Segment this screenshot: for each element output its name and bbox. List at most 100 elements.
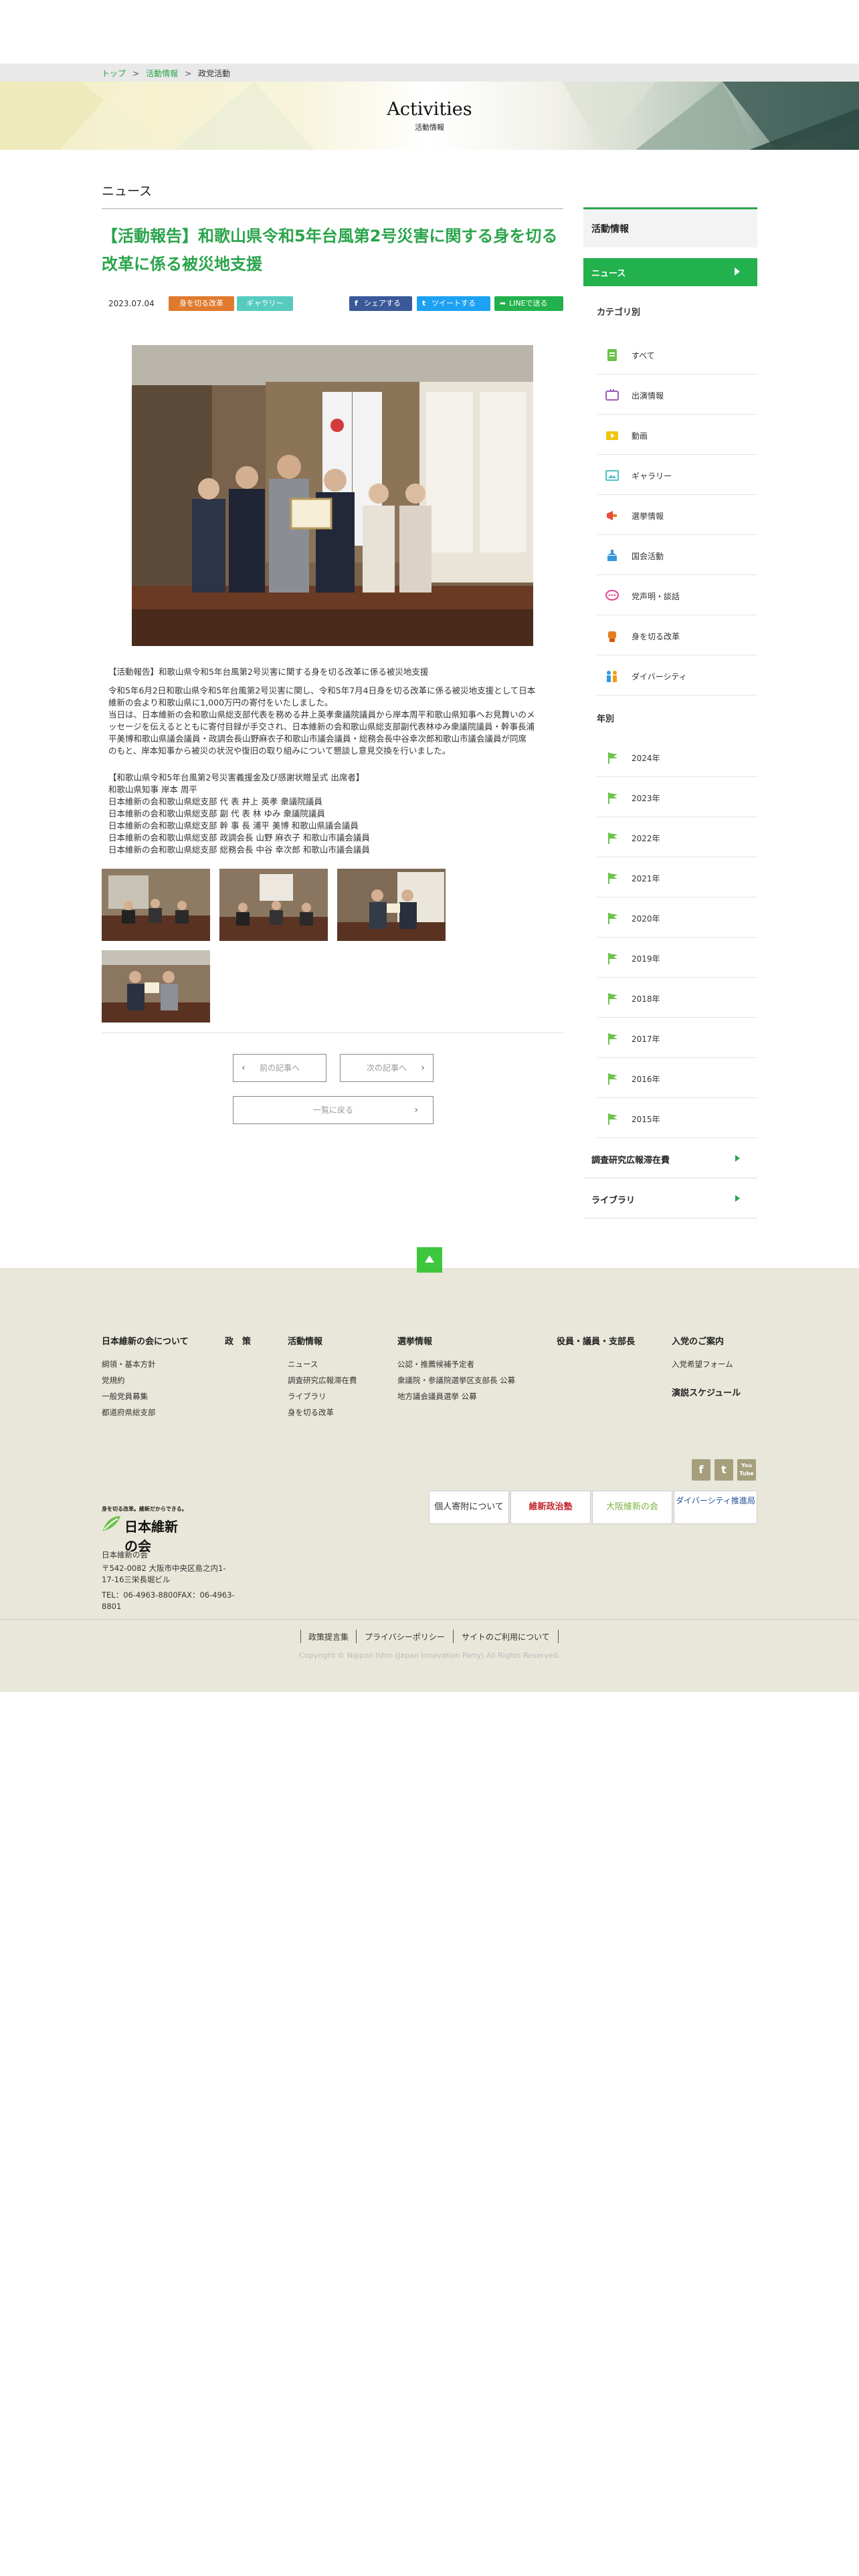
sidebar-year-2024[interactable]: 2024年	[597, 737, 757, 777]
sidebar-year-2023[interactable]: 2023年	[597, 777, 757, 817]
footer-link[interactable]: 入党希望フォーム	[672, 1359, 733, 1370]
sidebar-category-statement[interactable]: 党声明・談話	[597, 575, 757, 615]
chevron-right-icon: ›	[414, 1105, 418, 1115]
gallery-thumbnail[interactable]	[337, 869, 446, 941]
back-to-list-button[interactable]: 一覧に戻る ›	[233, 1096, 434, 1124]
sidebar-category-reform[interactable]: 身を切る改革	[597, 615, 757, 655]
sidebar-category-election[interactable]: 選挙情報	[597, 495, 757, 535]
article-paragraph: 令和5年6月2日和歌山県令和5年台風第2号災害に関し、令和5年7月4日身を切る改…	[108, 685, 563, 757]
footer-privacy-link[interactable]: プライバシーポリシー	[365, 1631, 445, 1642]
tag-gallery[interactable]: ギャラリー	[237, 296, 293, 311]
picture-icon	[605, 470, 619, 481]
banner-donation[interactable]: 個人寄附について	[429, 1491, 509, 1524]
sidebar-year-2019[interactable]: 2019年	[597, 938, 757, 978]
sidebar-link-research-expenses[interactable]: 調査研究広報滞在費	[583, 1138, 757, 1178]
gallery-thumbnail[interactable]	[102, 869, 210, 941]
document-icon	[607, 349, 617, 361]
footer-link[interactable]: 身を切る改革	[288, 1407, 334, 1418]
footer-heading-about[interactable]: 日本維新の会について	[102, 1334, 189, 1347]
flag-icon	[608, 913, 617, 924]
banner-political-school[interactable]: 維新政治塾	[510, 1491, 591, 1524]
banner-diversity[interactable]: ダイバーシティ推進局	[674, 1491, 757, 1524]
hero-subtitle: 活動情報	[415, 123, 444, 132]
year-label: 2018年	[632, 994, 660, 1004]
hero-title: Activities	[387, 99, 472, 120]
youtube-icon[interactable]: You Tube	[737, 1459, 756, 1481]
sidebar-category-diet[interactable]: 国会活動	[597, 535, 757, 575]
tag-mi-wo-kiru-kaikaku[interactable]: 身を切る改革	[169, 296, 234, 311]
footer-heading-election[interactable]: 選挙情報	[397, 1334, 432, 1347]
next-article-button[interactable]: 次の記事へ ›	[340, 1054, 434, 1082]
footer-link[interactable]: ニュース	[288, 1359, 318, 1370]
attendee-line: 日本維新の会和歌山県総支部 政調会長 山野 麻衣子 和歌山市議会議員	[108, 833, 370, 843]
sidebar-link-library[interactable]: ライブラリ	[583, 1178, 757, 1218]
sidebar-year-2020[interactable]: 2020年	[597, 897, 757, 938]
triangle-right-icon	[735, 267, 740, 276]
leaf-logo-icon	[103, 1516, 120, 1531]
sidebar-year-2021[interactable]: 2021年	[597, 857, 757, 897]
facebook-share-button[interactable]: f シェアする	[349, 296, 412, 311]
section-divider	[102, 208, 563, 209]
paragraph-line: 平美博和歌山県議会議員・政調会長山野麻衣子和歌山市議会議員・総務会長中谷幸次郎和…	[108, 734, 527, 744]
footer-divider	[0, 1619, 859, 1620]
footer-link[interactable]: 地方議会議員選挙 公募	[397, 1391, 477, 1402]
sidebar-year-2017[interactable]: 2017年	[597, 1018, 757, 1058]
category-label: すべて	[632, 351, 655, 360]
year-label: 2017年	[632, 1035, 660, 1044]
footer-heading-policy[interactable]: 政 策	[225, 1334, 251, 1347]
footer-link[interactable]: 調査研究広報滞在費	[288, 1375, 357, 1386]
line-share-button[interactable]: ➦ LINEで送る	[494, 296, 563, 311]
sidebar-item-news[interactable]: ニュース	[583, 258, 757, 286]
footer-tel: TEL：06-4963-8800FAX：06-4963-8801	[102, 1590, 235, 1611]
paragraph-line: 維新の会より和歌山県に1,000万円の寄付をいたしました。	[108, 697, 333, 708]
footer-link[interactable]: 一般党員募集	[102, 1391, 148, 1402]
footer-policy-proposals-link[interactable]: 政策提言集	[308, 1631, 349, 1642]
footer-link[interactable]: 都道府県総支部	[102, 1407, 156, 1418]
breadcrumb-home-link[interactable]: トップ	[102, 69, 126, 78]
sidebar-category-gallery[interactable]: ギャラリー	[597, 455, 757, 495]
sidebar-year-2016[interactable]: 2016年	[597, 1058, 757, 1098]
sidebar-year-2018[interactable]: 2018年	[597, 978, 757, 1018]
footer-terms-link[interactable]: サイトのご利用について	[462, 1631, 550, 1642]
sidebar-category-diversity[interactable]: ダイバーシティ	[597, 655, 757, 695]
year-label: 2015年	[632, 1115, 660, 1124]
category-label: 党声明・談話	[632, 592, 680, 601]
footer-link[interactable]: 綱領・基本方針	[102, 1359, 156, 1370]
sidebar-link-label: 調査研究広報滞在費	[591, 1156, 670, 1166]
footer-heading-members[interactable]: 役員・議員・支部長	[557, 1334, 635, 1347]
facebook-icon[interactable]: f	[692, 1459, 710, 1481]
twitter-share-button[interactable]: t ツイートする	[417, 296, 490, 311]
footer-logo[interactable]: 身を切る改革。維新だからできる。 日本維新の会	[102, 1505, 187, 1554]
sidebar-heading: 活動情報	[583, 207, 757, 247]
footer-link[interactable]: 衆議院・参議院選挙区支部長 公募	[397, 1375, 515, 1386]
sidebar-category-heading: カテゴリ別	[597, 308, 641, 318]
footer-address: 〒542-0082 大阪市中央区島之内1-17-16三栄長堀ビル	[102, 1564, 226, 1584]
gallery-thumbnail[interactable]	[102, 950, 210, 1023]
footer-speech-schedule[interactable]: 演説スケジュール	[672, 1386, 741, 1398]
speech-bubble-icon	[605, 590, 619, 601]
banner-osaka-ishin[interactable]: 大阪維新の会	[592, 1491, 672, 1524]
gallery-thumbnail[interactable]	[219, 869, 328, 941]
category-label: ギャラリー	[632, 471, 672, 481]
attendee-line: 日本維新の会和歌山県総支部 副 代 表 林 ゆみ 衆議院議員	[108, 809, 325, 819]
sidebar-category-video[interactable]: 動画	[597, 415, 757, 455]
previous-article-button[interactable]: ‹ 前の記事へ	[233, 1054, 326, 1082]
back-to-top-button[interactable]	[417, 1247, 442, 1273]
footer-heading-activities[interactable]: 活動情報	[288, 1334, 322, 1347]
flag-icon	[608, 792, 617, 804]
back-to-list-label: 一覧に戻る	[312, 1105, 353, 1115]
sidebar-category-appearance[interactable]: 出演情報	[597, 374, 757, 415]
flag-icon	[608, 833, 617, 844]
footer-link[interactable]: ライブラリ	[288, 1391, 326, 1402]
footer-heading-join[interactable]: 入党のご案内	[672, 1334, 724, 1347]
paragraph-line: 令和5年6月2日和歌山県令和5年台風第2号災害に関し、令和5年7月4日身を切る改…	[108, 685, 536, 695]
breadcrumb-activities-link[interactable]: 活動情報	[146, 69, 178, 78]
hero-banner: Activities 活動情報	[0, 82, 859, 150]
sidebar-year-2022[interactable]: 2022年	[597, 817, 757, 857]
sidebar-year-2015[interactable]: 2015年	[597, 1098, 757, 1138]
footer-link[interactable]: 党規約	[102, 1375, 125, 1386]
sidebar-category-all[interactable]: すべて	[597, 334, 757, 374]
twitter-icon[interactable]: t	[714, 1459, 733, 1481]
footer-link[interactable]: 公認・推薦候補予定者	[397, 1359, 474, 1370]
tv-icon	[605, 389, 619, 401]
